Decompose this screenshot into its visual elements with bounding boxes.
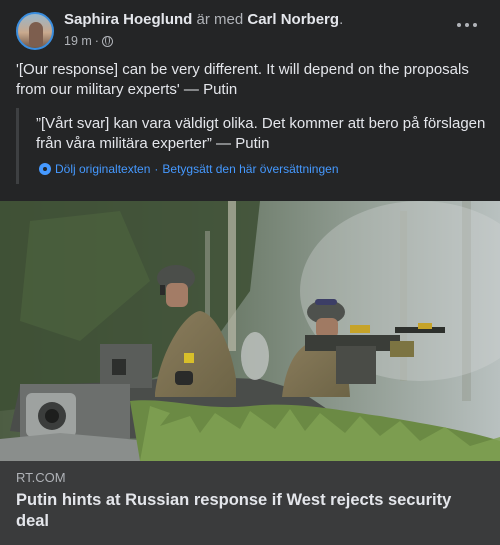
post-text: '[Our response] can be very different. I…	[16, 61, 469, 98]
translation-options: Dölj originaltexten · Betygsätt den här …	[39, 162, 339, 176]
more-options-button[interactable]	[456, 16, 478, 34]
author-avatar[interactable]	[16, 12, 54, 50]
original-text-block: ”[Vårt svar] kan vara väldigt olika. Det…	[16, 108, 486, 184]
translation-separator: ·	[154, 162, 159, 176]
link-headline[interactable]: Putin hints at Russian response if West …	[16, 490, 486, 532]
post-meta: 19 m ·	[64, 34, 113, 48]
post-header: Saphira Hoeglund är med Carl Norberg. 19…	[0, 0, 500, 58]
post-time[interactable]: 19 m	[64, 34, 92, 48]
link-preview-image[interactable]	[0, 201, 500, 461]
globe-icon[interactable]	[101, 35, 113, 47]
tagged-name[interactable]: Carl Norberg	[247, 11, 339, 28]
rate-translation-link[interactable]: Betygsätt den här översättningen	[162, 162, 338, 176]
soldiers-on-vehicle-photo	[0, 201, 500, 461]
original-text: ”[Vårt svar] kan vara väldigt olika. Det…	[36, 115, 486, 152]
hide-original-link[interactable]: Dölj originaltexten	[55, 162, 150, 176]
gear-icon	[39, 163, 51, 175]
link-preview-card[interactable]: RT.COM Putin hints at Russian response i…	[0, 461, 500, 545]
link-domain: RT.COM	[16, 470, 66, 485]
author-line-period: .	[339, 11, 344, 28]
with-text: är med	[196, 11, 244, 28]
meta-separator: ·	[94, 34, 99, 48]
author-name[interactable]: Saphira Hoeglund	[64, 11, 192, 28]
author-line: Saphira Hoeglund är med Carl Norberg.	[64, 11, 343, 28]
